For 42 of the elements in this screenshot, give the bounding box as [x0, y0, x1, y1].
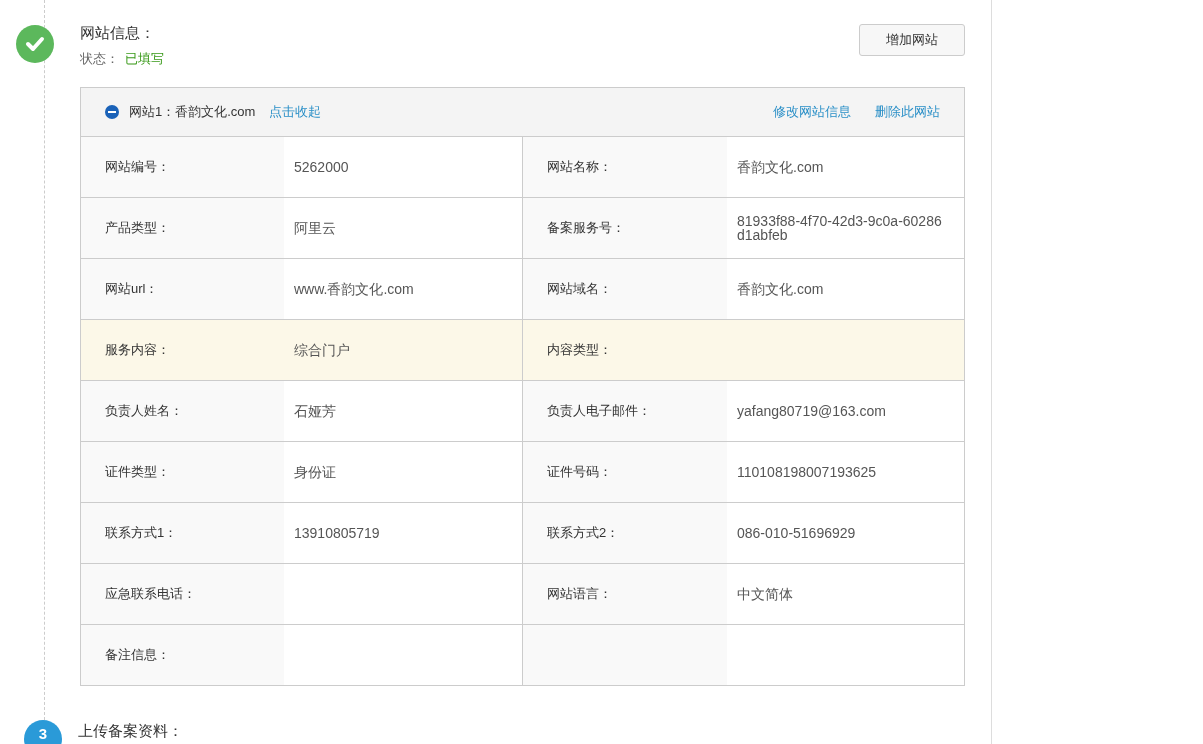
field-value: 中文简体 — [737, 587, 793, 601]
field-label: 网站语言： — [547, 585, 612, 604]
field-value: www.香韵文化.com — [294, 282, 414, 296]
field-label: 内容类型： — [547, 341, 612, 360]
step-title: 上传备案资料： — [78, 722, 183, 740]
delete-site-link[interactable]: 删除此网站 — [875, 102, 940, 122]
field-label: 应急联系电话： — [105, 585, 196, 604]
edit-site-link[interactable]: 修改网站信息 — [773, 102, 851, 122]
site-title: 网站1：香韵文化.com — [129, 103, 256, 122]
field-label: 网站url： — [105, 280, 159, 299]
step-number: 3 — [24, 720, 62, 744]
field-label: 网站名称： — [547, 158, 612, 177]
field-value: 81933f88-4f70-42d3-9c0a-60286d1abfeb — [737, 214, 943, 242]
field-value: 086-010-51696929 — [737, 526, 856, 540]
field-value: 110108198007193625 — [737, 465, 877, 479]
field-value: 5262000 — [294, 160, 349, 174]
step-title: 网站信息： — [80, 23, 156, 43]
field-label: 负责人姓名： — [105, 402, 183, 421]
field-value: 身份证 — [294, 465, 336, 479]
field-label: 联系方式2： — [547, 524, 620, 543]
field-label: 服务内容： — [105, 341, 170, 360]
field-value: 13910805719 — [294, 526, 380, 540]
field-value: yafang80719@163.com — [737, 404, 886, 418]
field-label: 备案服务号： — [547, 219, 625, 238]
field-value: 综合门户 — [294, 343, 350, 357]
add-site-button[interactable]: 增加网站 — [859, 24, 965, 56]
field-value: 阿里云 — [294, 221, 336, 235]
collapse-icon[interactable] — [105, 105, 119, 119]
field-label: 证件类型： — [105, 463, 170, 482]
status-value: 已填写 — [125, 49, 164, 68]
field-label: 负责人电子邮件： — [547, 402, 651, 421]
field-value: 石娅芳 — [294, 404, 336, 418]
field-label: 证件号码： — [547, 463, 612, 482]
field-label: 网站域名： — [547, 280, 612, 299]
field-label: 联系方式1： — [105, 524, 178, 543]
field-value: 香韵文化.com — [737, 160, 824, 174]
collapse-link[interactable]: 点击收起 — [269, 102, 322, 122]
field-label: 产品类型： — [105, 219, 170, 238]
field-label: 备注信息： — [105, 646, 170, 665]
status-label: 状态： — [80, 49, 119, 68]
field-value: 香韵文化.com — [737, 282, 824, 296]
field-label: 网站编号： — [105, 158, 170, 177]
